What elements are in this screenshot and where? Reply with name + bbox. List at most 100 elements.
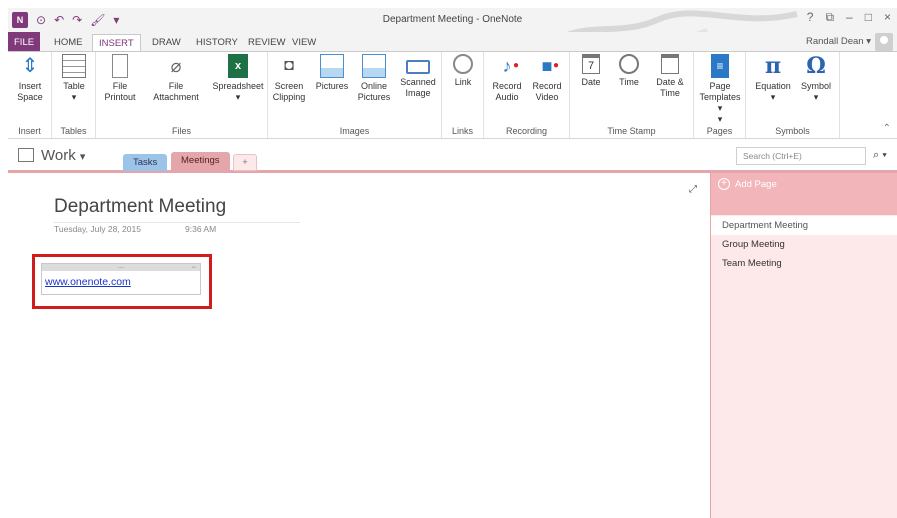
scanned-image-label-2: Image <box>405 88 431 98</box>
video-camera-icon: ■ ● <box>541 56 559 76</box>
search-icon[interactable]: ⌕ ▾ <box>873 149 887 162</box>
section-tab-tasks[interactable]: Tasks <box>123 154 168 171</box>
highlight-frame: .... ↔ www.onenote.com <box>32 254 212 309</box>
group-pages: ≡ Page Templates ▾ ▾ Pages <box>694 52 746 138</box>
date-button[interactable]: 7 Date <box>576 54 606 88</box>
equation-button[interactable]: π Equation ▾ <box>752 54 794 103</box>
tab-review[interactable]: REVIEW <box>242 34 291 52</box>
full-page-view-icon[interactable]: ⤢ <box>689 184 697 195</box>
file-attachment-label-2: Attachment <box>153 92 199 102</box>
group-label-pages: Pages <box>706 126 733 136</box>
equation-caret-icon: ▾ <box>770 92 776 102</box>
symbol-button[interactable]: Ω Symbol ▾ <box>796 54 836 103</box>
tab-draw[interactable]: DRAW <box>146 34 187 52</box>
onenote-link[interactable]: www.onenote.com <box>42 271 200 288</box>
screen-clipping-label-1: Screen <box>274 81 304 91</box>
collapse-ribbon-icon[interactable]: ⌃ <box>883 123 891 134</box>
page-item-group-meeting[interactable]: Group Meeting <box>711 235 897 254</box>
calendar-icon: 7 <box>582 54 600 74</box>
group-images: ◘ Screen Clipping Pictures Online Pictur… <box>268 52 442 138</box>
close-icon[interactable]: × <box>884 10 891 25</box>
online-pictures-label-1: Online <box>360 81 387 91</box>
scanned-image-label-1: Scanned <box>400 77 436 87</box>
page-templates-icon: ≡ <box>711 54 729 78</box>
window-controls: ? ⧉ – □ × <box>807 10 891 25</box>
online-pictures-icon <box>362 54 386 78</box>
record-video-label-2: Video <box>535 92 559 102</box>
section-tab-meetings[interactable]: Meetings <box>171 152 230 171</box>
avatar[interactable] <box>875 33 893 51</box>
note-resize-icon[interactable]: ↔ <box>191 264 197 271</box>
file-printout-label-2: Printout <box>104 92 136 102</box>
page-templates-button[interactable]: ≡ Page Templates ▾ ▾ <box>696 54 744 125</box>
notebook-name: Work <box>41 147 76 164</box>
camera-icon: ◘ <box>284 57 294 74</box>
group-tables: Table ▾ Tables <box>52 52 96 138</box>
file-attachment-button[interactable]: ⌀ File Attachment <box>152 54 200 103</box>
table-caret-icon: ▾ <box>71 92 77 102</box>
group-files: File Printout ⌀ File Attachment x Spread… <box>96 52 268 138</box>
title-bar: N ⊙ ↶ ↷ 🖌 ▾ Department Meeting - OneNote… <box>8 8 897 51</box>
page-item-department-meeting[interactable]: Department Meeting <box>711 216 897 235</box>
notebook-dropdown[interactable]: Work ▾ <box>41 147 85 164</box>
group-label-images: Images <box>339 126 370 136</box>
page-canvas[interactable]: ⤢ Department Meeting Tuesday, July 28, 2… <box>8 176 710 518</box>
minimize-icon[interactable]: – <box>846 10 853 25</box>
time-button[interactable]: Time <box>614 54 644 88</box>
add-section-button[interactable]: + <box>233 154 257 171</box>
maximize-icon[interactable]: □ <box>865 10 872 25</box>
search-input[interactable]: Search (Ctrl+E) <box>736 147 866 165</box>
screen-clipping-button[interactable]: ◘ Screen Clipping <box>270 54 308 103</box>
link-button[interactable]: Link <box>448 54 478 88</box>
date-time-label-1: Date & <box>656 77 684 87</box>
insert-space-label-2: Space <box>17 92 43 102</box>
tab-home[interactable]: HOME <box>48 34 89 52</box>
page-templates-caret-icon: ▾ <box>717 114 723 124</box>
pi-icon: π <box>764 53 782 79</box>
page-templates-label-2: Templates ▾ <box>699 92 741 113</box>
group-label-time-stamp: Time Stamp <box>607 126 656 136</box>
notebook-icon[interactable] <box>18 148 34 162</box>
ribbon-tab-row: FILE HOME INSERT DRAW HISTORY REVIEW VIE… <box>8 32 897 53</box>
add-page-button[interactable]: + Add Page <box>711 173 897 215</box>
excel-icon: x <box>228 54 248 78</box>
record-audio-button[interactable]: ♪ ● Record Audio <box>488 54 526 103</box>
pictures-label: Pictures <box>315 81 349 91</box>
page-item-team-meeting[interactable]: Team Meeting <box>711 254 897 273</box>
table-label: Table <box>63 81 85 91</box>
spreadsheet-button[interactable]: x Spreadsheet ▾ <box>210 54 266 103</box>
date-time-button[interactable]: Date & Time <box>650 54 690 99</box>
table-button[interactable]: Table ▾ <box>58 54 90 103</box>
tab-history[interactable]: HISTORY <box>190 34 244 52</box>
insert-space-label-1: Insert <box>18 81 42 91</box>
time-label: Time <box>619 77 639 87</box>
group-insert: ⇕ Insert Space Insert <box>8 52 52 138</box>
group-label-tables: Tables <box>60 126 87 136</box>
screen-clipping-label-2: Clipping <box>272 92 306 102</box>
pictures-button[interactable]: Pictures <box>312 54 352 92</box>
record-audio-label-1: Record <box>492 81 522 91</box>
scanned-image-button[interactable]: Scanned Image <box>396 54 440 99</box>
account-name[interactable]: Randall Dean ▾ <box>806 36 871 47</box>
record-video-button[interactable]: ■ ● Record Video <box>528 54 566 103</box>
group-time-stamp: 7 Date Time Date & Time Time Stamp <box>570 52 694 138</box>
microphone-icon: ♪ ● <box>502 56 520 76</box>
page-title[interactable]: Department Meeting <box>54 196 300 223</box>
insert-space-button[interactable]: ⇕ Insert Space <box>12 54 48 103</box>
help-icon[interactable]: ? <box>807 10 814 25</box>
note-drag-handle[interactable]: .... ↔ <box>42 264 200 271</box>
ribbon-display-options-icon[interactable]: ⧉ <box>825 10 834 25</box>
file-printout-button[interactable]: File Printout <box>100 54 140 103</box>
note-container[interactable]: .... ↔ www.onenote.com <box>41 263 201 295</box>
add-page-icon: + <box>718 178 730 190</box>
link-globe-icon <box>453 54 473 74</box>
ribbon: ⇕ Insert Space Insert Table ▾ Tables Fil… <box>8 51 897 139</box>
tab-view[interactable]: VIEW <box>286 34 322 52</box>
online-pictures-button[interactable]: Online Pictures <box>354 54 394 103</box>
group-symbols: π Equation ▾ Ω Symbol ▾ Symbols <box>746 52 840 138</box>
group-recording: ♪ ● Record Audio ■ ● Record Video Recordin… <box>484 52 570 138</box>
date-time-icon <box>661 54 679 74</box>
tab-file[interactable]: FILE <box>8 32 41 52</box>
date-time-label-2: Time <box>660 88 680 98</box>
group-links: Link Links <box>442 52 484 138</box>
